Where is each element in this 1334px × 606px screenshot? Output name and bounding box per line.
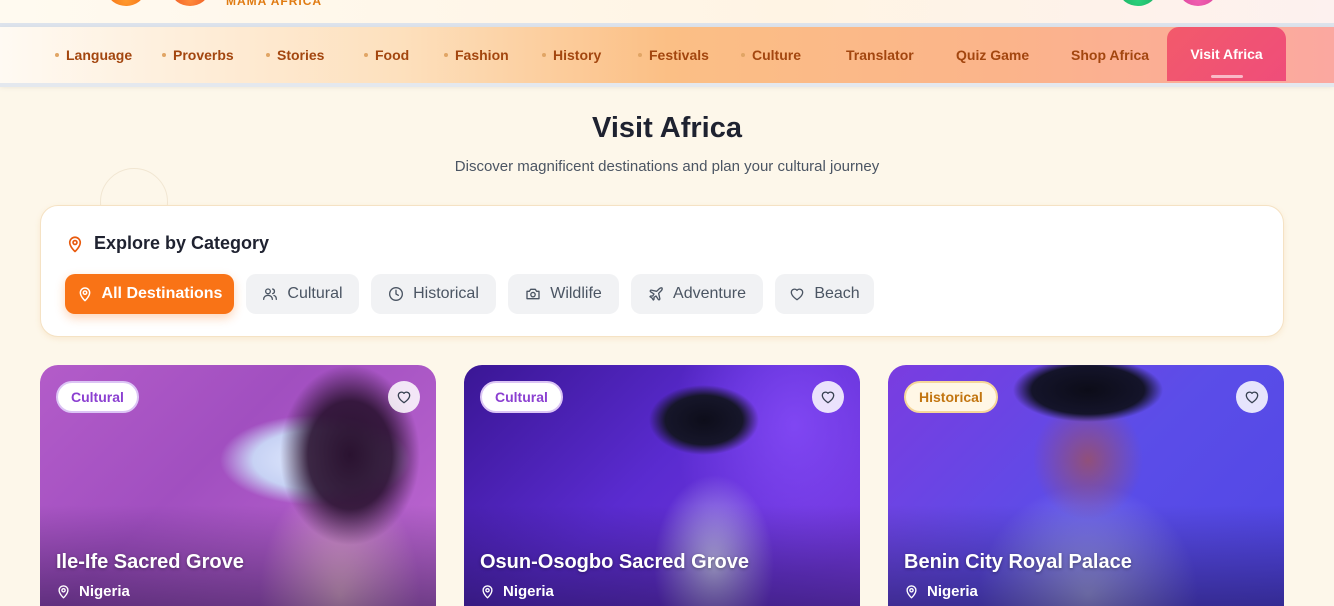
logo-mark bbox=[108, 0, 144, 6]
nav-divider bbox=[0, 83, 1334, 87]
destination-location: Nigeria bbox=[56, 583, 130, 600]
filter-wildlife[interactable]: Wildlife bbox=[508, 274, 619, 314]
nav-dot-icon bbox=[444, 53, 448, 57]
category-badge: Cultural bbox=[56, 381, 139, 413]
category-badge: Historical bbox=[904, 381, 998, 413]
nav-dot-icon bbox=[266, 53, 270, 57]
nav-dot-icon bbox=[364, 53, 368, 57]
nav-label: Culture bbox=[752, 47, 801, 63]
camera-icon bbox=[526, 288, 540, 300]
map-pin-icon bbox=[906, 585, 917, 599]
nav-label: Visit Africa bbox=[1190, 46, 1263, 62]
favorite-button[interactable] bbox=[812, 381, 844, 413]
nav-label: Festivals bbox=[649, 47, 709, 63]
nav-item-stories[interactable]: Stories bbox=[266, 27, 324, 83]
filter-all-destinations[interactable]: All Destinations bbox=[65, 274, 234, 314]
filter-label: Wildlife bbox=[550, 285, 602, 302]
map-pin-icon bbox=[58, 585, 69, 599]
nav-label: Stories bbox=[277, 47, 325, 63]
nav-label: Proverbs bbox=[173, 47, 234, 63]
filter-label: All Destinations bbox=[101, 285, 223, 302]
nav-item-history[interactable]: History bbox=[542, 27, 601, 83]
category-heading-text: Explore by Category bbox=[94, 233, 270, 253]
nav-label: Language bbox=[66, 47, 133, 63]
category-panel: Explore by Category All Destinations Cul… bbox=[40, 205, 1284, 337]
map-pin-icon bbox=[482, 585, 493, 599]
destination-name: Benin City Royal Palace bbox=[904, 551, 1132, 573]
destination-country: Nigeria bbox=[503, 583, 554, 600]
destination-country: Nigeria bbox=[927, 583, 978, 600]
heart-icon bbox=[821, 391, 835, 404]
destination-location: Nigeria bbox=[480, 583, 554, 600]
nav-label: Quiz Game bbox=[956, 47, 1030, 63]
nav-item-food[interactable]: Food bbox=[364, 27, 409, 83]
destination-name: Ile-Ife Sacred Grove bbox=[56, 551, 244, 573]
main-nav: Language Proverbs Stories Food Fashion H… bbox=[0, 27, 1334, 83]
category-badge: Cultural bbox=[480, 381, 563, 413]
filter-label: Cultural bbox=[287, 285, 343, 302]
nav-dot-icon bbox=[542, 53, 546, 57]
favorite-button[interactable] bbox=[388, 381, 420, 413]
plane-icon bbox=[649, 287, 663, 301]
nav-label: Translator bbox=[846, 47, 914, 63]
nav-label: Fashion bbox=[455, 47, 509, 63]
favorite-button[interactable] bbox=[1236, 381, 1268, 413]
nav-item-language[interactable]: Language bbox=[55, 27, 132, 83]
filter-historical[interactable]: Historical bbox=[371, 274, 496, 314]
app-header: MAMA AFRICA bbox=[0, 0, 1334, 24]
nav-item-proverbs[interactable]: Proverbs bbox=[162, 27, 234, 83]
filter-beach[interactable]: Beach bbox=[775, 274, 874, 314]
destination-card[interactable]: Cultural Ile-Ife Sacred Grove Nigeria bbox=[40, 365, 436, 606]
nav-label: History bbox=[553, 47, 602, 63]
filter-label: Beach bbox=[814, 285, 860, 302]
filter-label: Adventure bbox=[673, 285, 746, 302]
page-subtitle: Discover magnificent destinations and pl… bbox=[454, 158, 880, 175]
map-pin-icon bbox=[79, 287, 90, 302]
nav-dot-icon bbox=[741, 53, 745, 57]
nav-label: Shop Africa bbox=[1071, 47, 1150, 63]
nav-item-quiz-game[interactable]: Quiz Game bbox=[956, 27, 1029, 83]
destination-name: Osun-Osogbo Sacred Grove bbox=[480, 551, 749, 573]
nav-item-culture[interactable]: Culture bbox=[741, 27, 801, 83]
destination-country: Nigeria bbox=[79, 583, 130, 600]
heart-icon bbox=[397, 391, 411, 404]
nav-item-visit-africa[interactable]: Visit Africa bbox=[1167, 27, 1286, 81]
nav-dot-icon bbox=[55, 53, 59, 57]
heart-icon bbox=[1245, 391, 1259, 404]
nav-label: Food bbox=[375, 47, 410, 63]
nav-item-shop-africa[interactable]: Shop Africa bbox=[1071, 27, 1149, 83]
destination-location: Nigeria bbox=[904, 583, 978, 600]
brand-name[interactable]: MAMA AFRICA bbox=[226, 0, 322, 8]
nav-dot-icon bbox=[638, 53, 642, 57]
filter-cultural[interactable]: Cultural bbox=[246, 274, 359, 314]
heart-icon bbox=[790, 288, 804, 301]
category-heading: Explore by Category bbox=[66, 233, 269, 254]
active-indicator bbox=[1210, 75, 1243, 78]
user-avatar-icon[interactable] bbox=[1120, 0, 1156, 6]
nav-item-fashion[interactable]: Fashion bbox=[444, 27, 509, 83]
nav-item-translator[interactable]: Translator bbox=[846, 27, 914, 83]
destination-card[interactable]: Historical Benin City Royal Palace Niger… bbox=[888, 365, 1284, 606]
logo-mark-secondary bbox=[172, 0, 208, 6]
filter-label: Historical bbox=[413, 285, 479, 302]
page-title: Visit Africa bbox=[592, 112, 742, 144]
users-icon bbox=[263, 288, 278, 300]
map-pin-icon bbox=[68, 236, 82, 252]
profile-menu-icon[interactable] bbox=[1180, 0, 1216, 6]
nav-item-festivals[interactable]: Festivals bbox=[638, 27, 709, 83]
destination-card[interactable]: Cultural Osun-Osogbo Sacred Grove Nigeri… bbox=[464, 365, 860, 606]
filter-adventure[interactable]: Adventure bbox=[631, 274, 763, 314]
clock-icon bbox=[389, 287, 404, 301]
nav-dot-icon bbox=[162, 53, 166, 57]
